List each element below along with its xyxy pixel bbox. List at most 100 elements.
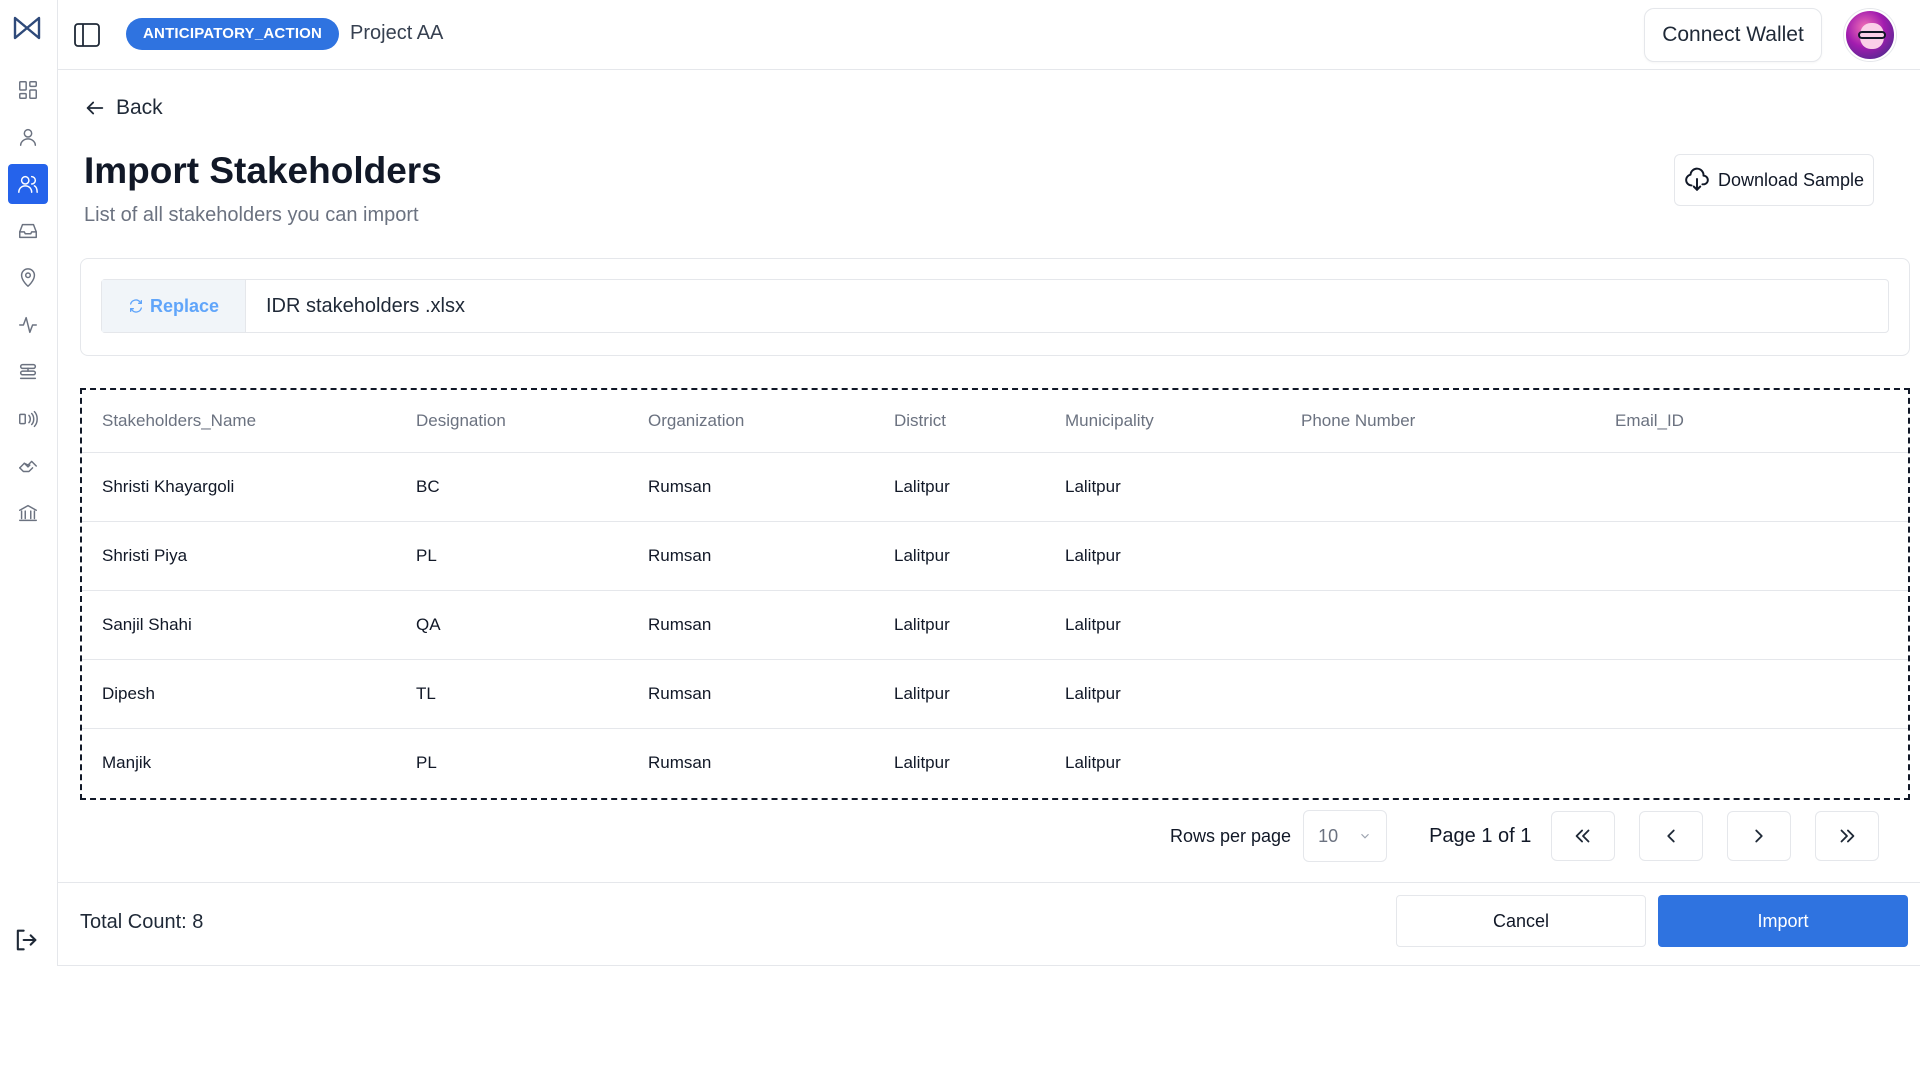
panel-left-icon — [74, 23, 100, 47]
project-type-badge: ANTICIPATORY_ACTION — [126, 18, 340, 50]
table-cell: Rumsan — [628, 659, 874, 729]
user-icon — [19, 128, 37, 146]
chevrons-left-icon — [1575, 829, 1590, 843]
chevron-left-icon — [1667, 829, 1675, 843]
rows-per-page-label: Rows per page — [1170, 825, 1292, 846]
table-cell: TL — [396, 659, 628, 729]
sidebar-item-dashboard[interactable] — [8, 70, 48, 110]
chevron-right-icon — [1755, 829, 1763, 843]
project-name: Project AA — [350, 22, 444, 44]
table-cell — [1281, 452, 1595, 522]
column-header: Designation — [396, 390, 628, 453]
table-cell: Lalitpur — [1045, 590, 1281, 660]
total-count: Total Count: 8 — [80, 911, 204, 933]
table-row[interactable]: Manjik PL Rumsan Lalitpur Lalitpur — [82, 728, 1908, 797]
sidebar-item-inbox[interactable] — [8, 211, 48, 251]
table-cell: Rumsan — [648, 752, 712, 772]
stakeholders-table: Stakeholders_Name Designation Organizati… — [82, 390, 1908, 797]
table-cell — [1595, 521, 1908, 591]
table-cell — [1595, 728, 1908, 797]
table-cell: Shristi Piya — [82, 521, 396, 591]
table-cell: Manjik — [102, 752, 152, 772]
rows-per-page-value: 10 — [1318, 825, 1339, 846]
table-cell: Shristi Khayargoli — [82, 452, 396, 522]
footer-bar: Total Count: 8 Cancel Import — [58, 882, 1920, 966]
sidebar — [0, 0, 58, 966]
table-row[interactable]: Shristi Khayargoli BC Rumsan Lalitpur La… — [82, 452, 1908, 522]
table-row[interactable]: Dipesh TL Rumsan Lalitpur Lalitpur — [82, 659, 1908, 729]
column-header: Municipality — [1045, 390, 1281, 453]
back-label: Back — [116, 96, 163, 119]
table-cell: Lalitpur — [874, 659, 1045, 729]
table-cell: Lalitpur — [1045, 659, 1281, 729]
table-cell: Lalitpur — [874, 521, 1045, 591]
file-row: Replace IDR stakeholders .xlsx — [101, 279, 1889, 333]
top-header: ANTICIPATORY_ACTION Project AA Connect W… — [58, 0, 1920, 70]
table-cell — [1281, 659, 1595, 729]
table-cell: Lalitpur — [1045, 521, 1281, 591]
file-name: IDR stakeholders .xlsx — [266, 295, 465, 317]
sidebar-toggle-button[interactable] — [72, 20, 102, 50]
main-content: Back Import Stakeholders List of all sta… — [58, 70, 1920, 966]
table-cell — [1281, 521, 1595, 591]
broadcast-icon — [19, 410, 38, 428]
table-cell: Rumsan — [628, 521, 874, 591]
table-cell: Lalitpur — [894, 752, 950, 772]
stakeholders-table-container: Stakeholders_Name Designation Organizati… — [80, 388, 1910, 800]
users-icon — [18, 175, 38, 193]
rows-per-page-select[interactable]: 10 — [1303, 810, 1388, 862]
sidebar-item-location[interactable] — [8, 258, 48, 298]
table-cell: Sanjil Shahi — [82, 590, 396, 660]
table-row[interactable]: Shristi Piya PL Rumsan Lalitpur Lalitpur — [82, 521, 1908, 591]
connect-wallet-button[interactable]: Connect Wallet — [1644, 8, 1822, 62]
sidebar-item-stakeholders[interactable] — [8, 164, 48, 204]
cloud-download-icon — [1685, 167, 1709, 191]
logout-button[interactable] — [6, 920, 46, 960]
app-window: ANTICIPATORY_ACTION Project AA Connect W… — [0, 0, 1920, 966]
cancel-button[interactable]: Cancel — [1396, 895, 1646, 947]
download-sample-label: Download Sample — [1717, 169, 1865, 190]
table-cell: Rumsan — [628, 452, 874, 522]
table-cell: Lalitpur — [1045, 452, 1281, 522]
import-button[interactable]: Import — [1658, 895, 1908, 947]
table-cell: PL — [396, 521, 628, 591]
app-logo-icon[interactable] — [12, 14, 42, 42]
sidebar-item-broadcast[interactable] — [8, 399, 48, 439]
sidebar-item-stack[interactable] — [8, 352, 48, 392]
column-header: Organization — [628, 390, 874, 453]
first-page-button[interactable] — [1551, 811, 1616, 861]
next-page-button[interactable] — [1727, 811, 1792, 861]
avatar[interactable] — [1844, 9, 1896, 61]
handshake-icon — [19, 460, 37, 473]
location-icon — [20, 268, 36, 287]
table-cell: BC — [396, 452, 628, 522]
replace-label: Replace — [149, 295, 220, 316]
table-cell: Dipesh — [82, 659, 396, 729]
previous-page-button[interactable] — [1639, 811, 1704, 861]
inbox-icon — [19, 223, 37, 239]
sidebar-item-activity[interactable] — [8, 305, 48, 345]
download-sample-button[interactable]: Download Sample — [1674, 154, 1874, 206]
last-page-button[interactable] — [1815, 811, 1880, 861]
replace-file-button[interactable]: Replace — [102, 280, 246, 332]
table-cell — [1595, 659, 1908, 729]
table-cell — [1281, 590, 1595, 660]
table-row[interactable]: Sanjil Shahi QA Rumsan Lalitpur Lalitpur — [82, 590, 1908, 660]
arrow-left-icon — [86, 101, 104, 115]
table-cell: Lalitpur — [874, 452, 1045, 522]
page-info: Page 1 of 1 — [1429, 824, 1532, 847]
sidebar-item-partners[interactable] — [8, 446, 48, 486]
sidebar-item-bank[interactable] — [8, 493, 48, 533]
refresh-icon — [129, 299, 142, 313]
back-button[interactable]: Back — [84, 96, 163, 120]
table-cell — [1595, 590, 1908, 660]
table-cell — [1595, 452, 1908, 522]
table-cell: PL — [416, 752, 437, 772]
column-header: Stakeholders_Name — [82, 390, 396, 453]
table-cell: Rumsan — [628, 590, 874, 660]
table-cell: QA — [396, 590, 628, 660]
sidebar-item-beneficiary[interactable] — [8, 117, 48, 157]
activity-icon — [19, 316, 37, 334]
table-cell: Lalitpur — [1065, 752, 1121, 772]
table-header-row: Stakeholders_Name Designation Organizati… — [82, 390, 1908, 453]
